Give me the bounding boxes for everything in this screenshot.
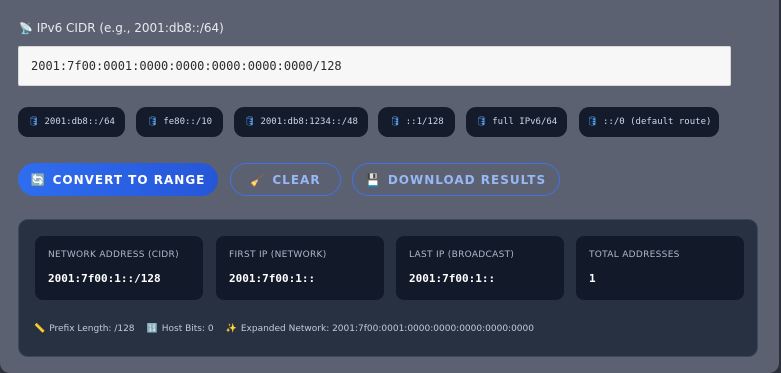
first-ip-card: FIRST IP (NETWORK) 2001:7f00:1:: (216, 236, 384, 300)
card-value: 2001:7f00:1:: (409, 272, 496, 285)
card-value: 2001:7f00:1:: (229, 272, 316, 285)
preset-chip-fe80-10[interactable]: 🛢 fe80::/10 (136, 107, 223, 137)
preset-chip-2001-db8-64[interactable]: 🛢 2001:db8::/64 (18, 107, 125, 137)
download-results-button[interactable]: 💾 DOWNLOAD RESULTS (352, 163, 560, 196)
clear-button-label: CLEAR (272, 172, 321, 187)
prefix-length-text: Prefix Length: /128 (49, 324, 135, 334)
card-value: 2001:7f00:1::/128 (48, 272, 161, 285)
preset-chip-default-route[interactable]: 🛢 ::/0 (default route) (579, 107, 719, 137)
cidr-field-label: 📡 IPv6 CIDR (e.g., 2001:db8::/64) (19, 21, 224, 35)
database-icon: 🛢 (244, 117, 256, 127)
prefix-length-info: 📏 Prefix Length: /128 (34, 324, 135, 334)
preset-chip-label: fe80::/10 (163, 117, 213, 127)
results-meta: 📏 Prefix Length: /128 🔢 Host Bits: 0 ✨ E… (34, 324, 534, 334)
expanded-network-text: Expanded Network: 2001:7f00:0001:0000:00… (240, 324, 534, 334)
database-icon: 🛢 (586, 117, 599, 127)
broom-icon: 🧹 (250, 172, 267, 187)
preset-chip-full-ipv6-64[interactable]: 🛢 full IPv6/64 (466, 107, 567, 137)
card-label: TOTAL ADDRESSES (589, 250, 680, 260)
expanded-network-info: ✨ Expanded Network: 2001:7f00:0001:0000:… (226, 324, 534, 334)
host-bits-info: 🔢 Host Bits: 0 (147, 324, 214, 334)
database-icon: 🛢 (475, 117, 488, 127)
network-address-card: NETWORK ADDRESS (CIDR) 2001:7f00:1::/128 (35, 236, 203, 300)
download-button-label: DOWNLOAD RESULTS (387, 172, 547, 187)
sparkles-icon: ✨ (225, 324, 237, 334)
preset-chip-label: 2001:db8:1234::/48 (260, 117, 358, 127)
database-icon: 🛢 (389, 117, 401, 127)
preset-chip-label: ::1/128 (405, 117, 444, 127)
cidr-input[interactable] (18, 46, 731, 86)
preset-chip-label: full IPv6/64 (492, 117, 558, 127)
preset-chip-loopback-128[interactable]: 🛢 ::1/128 (378, 107, 455, 137)
host-bits-text: Host Bits: 0 (161, 324, 214, 334)
database-icon: 🛢 (28, 117, 40, 127)
convert-button-label: CONVERT TO RANGE (52, 172, 206, 187)
last-ip-card: LAST IP (BROADCAST) 2001:7f00:1:: (396, 236, 564, 300)
convert-to-range-button[interactable]: 🔄 CONVERT TO RANGE (18, 163, 218, 196)
card-value: 1 (589, 272, 596, 285)
ruler-icon: 📏 (34, 324, 46, 334)
database-icon: 🛢 (146, 117, 159, 127)
card-label: LAST IP (BROADCAST) (409, 250, 515, 260)
cidr-label-text: IPv6 CIDR (e.g., 2001:db8::/64) (36, 21, 224, 35)
preset-chip-label: 2001:db8::/64 (44, 117, 115, 127)
numbers-icon: 🔢 (146, 324, 158, 334)
floppy-disk-icon: 💾 (365, 172, 382, 187)
results-panel: NETWORK ADDRESS (CIDR) 2001:7f00:1::/128… (18, 219, 758, 357)
card-label: NETWORK ADDRESS (CIDR) (48, 250, 179, 260)
preset-chip-2001-db8-1234-48[interactable]: 🛢 2001:db8:1234::/48 (234, 107, 368, 137)
preset-chip-label: ::/0 (default route) (603, 117, 712, 127)
total-addresses-card: TOTAL ADDRESSES 1 (576, 236, 744, 300)
refresh-icon: 🔄 (30, 172, 47, 187)
clear-button[interactable]: 🧹 CLEAR (230, 163, 341, 196)
satellite-antenna-icon: 📡 (19, 21, 33, 35)
card-label: FIRST IP (NETWORK) (229, 250, 327, 260)
converter-panel: 📡 IPv6 CIDR (e.g., 2001:db8::/64) 🛢 2001… (0, 0, 779, 373)
